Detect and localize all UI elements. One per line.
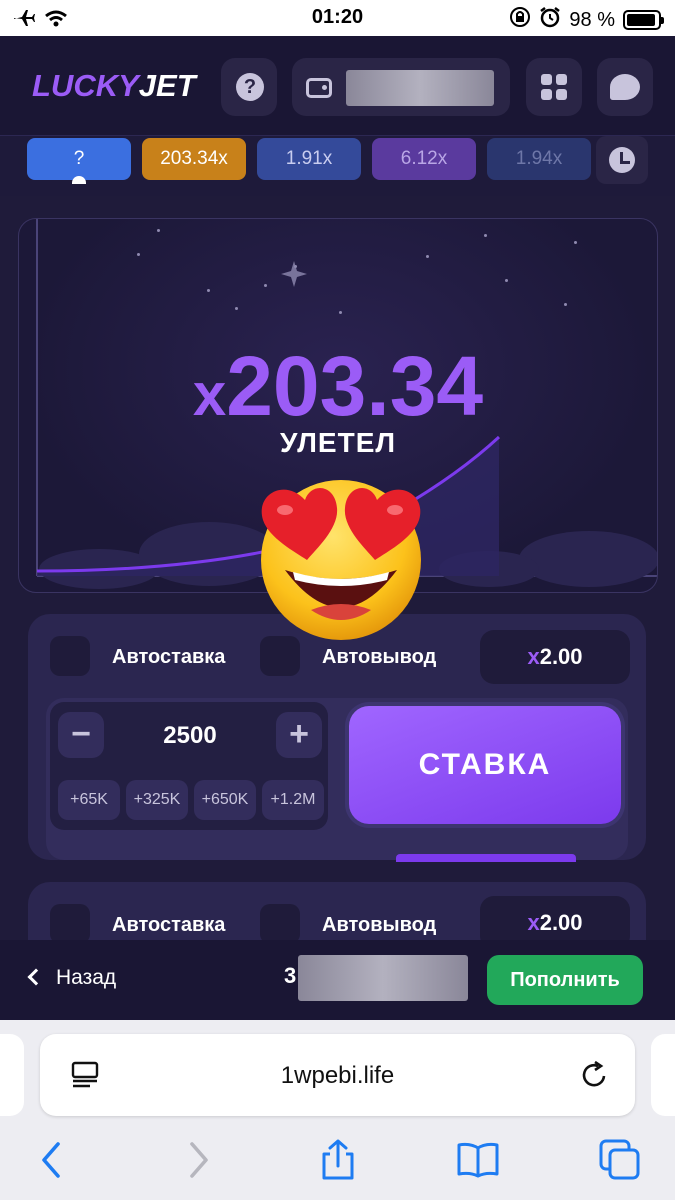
help-icon: ? [236,73,264,101]
url-text: 1wpebi.life [280,1062,395,1089]
bet-amount-input[interactable]: 2500 [120,722,260,750]
deposit-button[interactable]: Пополнить [487,955,643,1005]
autocashout-input[interactable]: x2.00 [480,630,630,684]
back-arrow-icon[interactable] [30,1138,74,1182]
autocashout-value: 2.00 [539,910,583,935]
status-icons-right: 98 % [509,6,664,34]
history-item-label: 1.91x [285,148,333,169]
autocashout-checkbox[interactable] [260,904,300,944]
balance-display: 3 [284,963,296,989]
decrease-amount-button[interactable]: − [58,712,104,758]
quick-amount-button[interactable]: +65K [58,780,120,820]
grid-icon [541,74,567,100]
wallet-icon [306,78,332,98]
history-item[interactable]: 203.34x [142,138,246,180]
autocashout-checkbox[interactable] [260,636,300,676]
autobet-checkbox[interactable] [50,636,90,676]
address-bar[interactable]: 1wpebi.life [40,1034,635,1116]
balance-visible-digit: 3 [284,963,297,988]
multiplier-value: 203.34 [226,339,484,433]
autobet-label: Автоставка [112,646,226,668]
autocashout-label: Автовывод [322,914,437,936]
balance-redacted [346,70,494,106]
app-bottom-bar: Назад 3 Пополнить [0,940,675,1020]
round-status: УЛЕТЕЛ [279,427,397,458]
history-item-label: 203.34x [160,148,228,169]
history-item[interactable]: 1.91x [257,138,361,180]
autobet-label: Автоставка [112,914,226,936]
quick-amount-button[interactable]: +1.2M [262,780,324,820]
battery-percent: 98 % [569,8,615,31]
bet-tab-indicator [396,854,576,862]
history-item[interactable]: 6.12x [372,138,476,180]
autocashout-prefix: x [527,644,540,669]
next-tab-peek[interactable] [651,1034,675,1116]
quick-amount-button[interactable]: +325K [126,780,188,820]
tabs-icon[interactable] [598,1138,642,1182]
logo-part-jet: JET [138,68,196,103]
share-icon[interactable] [316,1138,360,1182]
back-button[interactable]: Назад [27,966,117,990]
previous-tab-peek[interactable] [0,1034,24,1116]
current-round-marker [72,176,86,184]
back-label: Назад [56,966,117,989]
chat-icon [610,74,640,100]
bookmarks-icon[interactable] [456,1138,500,1182]
logo-part-lucky: LUCKY [32,68,139,103]
games-menu-button[interactable] [526,58,582,116]
forward-arrow-icon[interactable] [176,1138,220,1182]
history-item-label: ? [73,148,85,169]
app-header: LUCKYJET ? [0,36,675,136]
battery-icon [623,10,664,30]
bet-amount-box: − 2500 + +65K +325K +650K +1.2M [50,702,328,830]
heart-eyes-emoji-icon [261,480,421,640]
place-bet-button[interactable]: СТАВКА [349,706,621,824]
multiplier-prefix: x [192,361,227,428]
status-bar: 01:20 98 % [0,0,675,36]
rotation-lock-icon [509,6,531,34]
bet-panel-1: Автоставка Автовывод x2.00 − 2500 + +65K… [28,614,646,862]
autobet-checkbox[interactable] [50,904,90,944]
multiplier-display: x203.34 [19,341,657,440]
history-item-label: 1.94x [515,148,563,169]
chat-button[interactable] [597,58,653,116]
lucky-jet-logo[interactable]: LUCKYJET [32,68,196,104]
alarm-icon [539,6,561,34]
history-button[interactable] [596,136,648,184]
help-button[interactable]: ? [221,58,277,116]
increase-amount-button[interactable]: + [276,712,322,758]
balance-redacted [298,955,468,1001]
quick-amount-button[interactable]: +650K [194,780,256,820]
round-history: ? 203.34x 1.91x 6.12x 1.94x [0,136,675,196]
history-item-label: 6.12x [400,148,448,169]
history-item[interactable]: 1.94x [487,138,591,180]
bet-controls: − 2500 + +65K +325K +650K +1.2M СТАВКА [46,698,628,860]
chevron-left-icon [27,968,45,986]
browser-toolbar: 1wpebi.life [0,1020,675,1200]
clock-icon [609,147,635,173]
balance-button[interactable] [292,58,510,116]
autocashout-value: 2.00 [539,644,583,669]
autocashout-prefix: x [527,910,540,935]
reload-icon[interactable] [580,1060,610,1090]
history-item-current[interactable]: ? [27,138,131,180]
autocashout-label: Автовывод [322,646,437,668]
